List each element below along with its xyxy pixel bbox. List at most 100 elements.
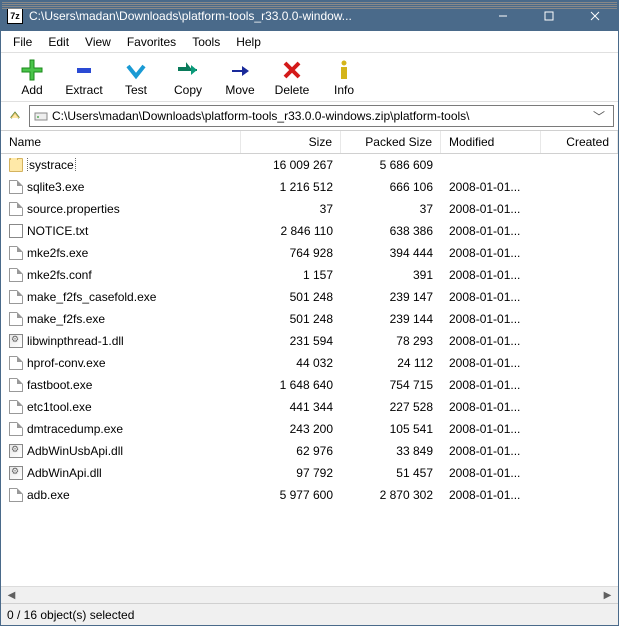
toolbar-add-button[interactable]: Add xyxy=(7,57,57,99)
file-packed-size: 666 106 xyxy=(341,180,441,194)
column-name[interactable]: Name xyxy=(1,131,241,153)
column-packed-size[interactable]: Packed Size xyxy=(341,131,441,153)
file-row[interactable]: adb.exe5 977 6002 870 3022008-01-01... xyxy=(1,484,618,506)
file-name: fastboot.exe xyxy=(27,378,92,392)
toolbar-label: Extract xyxy=(65,83,102,97)
file-modified: 2008-01-01... xyxy=(441,268,541,282)
file-row[interactable]: make_f2fs_casefold.exe501 248239 1472008… xyxy=(1,286,618,308)
toolbar-test-button[interactable]: Test xyxy=(111,57,161,99)
file-icon xyxy=(9,180,23,194)
close-button[interactable] xyxy=(572,1,618,31)
file-name: systrace xyxy=(27,158,76,172)
file-icon xyxy=(9,488,23,502)
file-row[interactable]: make_f2fs.exe 501 248239 1442008-01-01... xyxy=(1,308,618,330)
file-modified: 2008-01-01... xyxy=(441,466,541,480)
file-row[interactable]: mke2fs.conf1 1573912008-01-01... xyxy=(1,264,618,286)
path-text: C:\Users\madan\Downloads\platform-tools_… xyxy=(52,109,470,123)
file-icon xyxy=(9,268,23,282)
file-name: sqlite3.exe xyxy=(27,180,84,194)
file-modified: 2008-01-01... xyxy=(441,334,541,348)
file-name: make_f2fs.exe xyxy=(27,312,105,326)
file-modified: 2008-01-01... xyxy=(441,444,541,458)
file-icon xyxy=(9,422,23,436)
file-modified: 2008-01-01... xyxy=(441,202,541,216)
file-list[interactable]: systrace16 009 2675 686 609 sqlite3.exe 1 … xyxy=(1,154,618,586)
file-packed-size: 239 147 xyxy=(341,290,441,304)
file-modified: 2008-01-01... xyxy=(441,180,541,194)
file-row[interactable]: etc1tool.exe441 344227 5282008-01-01... xyxy=(1,396,618,418)
file-row[interactable]: AdbWinApi.dll97 79251 4572008-01-01... xyxy=(1,462,618,484)
test-icon xyxy=(125,59,147,81)
file-packed-size: 638 386 xyxy=(341,224,441,238)
status-text: 0 / 16 object(s) selected xyxy=(7,608,194,622)
move-icon xyxy=(229,59,251,81)
toolbar-move-button[interactable]: Move xyxy=(215,57,265,99)
file-packed-size: 5 686 609 xyxy=(341,158,441,172)
file-row[interactable]: mke2fs.exe764 928394 4442008-01-01... xyxy=(1,242,618,264)
toolbar-label: Add xyxy=(21,83,42,97)
title-bar: 7z C:\Users\madan\Downloads\platform-too… xyxy=(1,1,618,31)
file-row[interactable]: NOTICE.txt2 846 110638 3862008-01-01... xyxy=(1,220,618,242)
file-packed-size: 24 112 xyxy=(341,356,441,370)
file-name: mke2fs.exe xyxy=(27,246,88,260)
file-size: 44 032 xyxy=(241,356,341,370)
file-size: 1 157 xyxy=(241,268,341,282)
app-icon: 7z xyxy=(7,8,23,24)
dropdown-icon[interactable]: ﹀ xyxy=(589,108,609,125)
file-modified: 2008-01-01... xyxy=(441,246,541,260)
column-created[interactable]: Created xyxy=(541,131,618,153)
file-size: 764 928 xyxy=(241,246,341,260)
file-name: source.properties xyxy=(27,202,120,216)
scroll-right-icon[interactable]: ▶ xyxy=(599,588,616,603)
scroll-left-icon[interactable]: ◀ xyxy=(3,588,20,603)
file-size: 231 594 xyxy=(241,334,341,348)
file-row[interactable]: hprof-conv.exe44 03224 1122008-01-01... xyxy=(1,352,618,374)
path-input[interactable]: C:\Users\madan\Downloads\platform-tools_… xyxy=(29,105,614,127)
minimize-button[interactable] xyxy=(480,1,526,31)
menu-file[interactable]: File xyxy=(5,33,40,51)
file-size: 501 248 xyxy=(241,312,341,326)
file-row[interactable]: fastboot.exe1 648 640754 7152008-01-01..… xyxy=(1,374,618,396)
dll-icon xyxy=(9,334,23,348)
menu-view[interactable]: View xyxy=(77,33,119,51)
up-button[interactable] xyxy=(5,106,25,126)
toolbar-label: Delete xyxy=(275,83,310,97)
toolbar-delete-button[interactable]: Delete xyxy=(267,57,317,99)
file-name: libwinpthread-1.dll xyxy=(27,334,124,348)
file-modified: 2008-01-01... xyxy=(441,422,541,436)
file-size: 1 648 640 xyxy=(241,378,341,392)
folder-icon xyxy=(9,158,23,172)
dll-icon xyxy=(9,466,23,480)
file-size: 1 216 512 xyxy=(241,180,341,194)
file-name: hprof-conv.exe xyxy=(27,356,106,370)
maximize-button[interactable] xyxy=(526,1,572,31)
file-row[interactable]: systrace16 009 2675 686 609 xyxy=(1,154,618,176)
horizontal-scrollbar[interactable]: ◀ ▶ xyxy=(1,586,618,603)
file-row[interactable]: dmtracedump.exe243 200105 5412008-01-01.… xyxy=(1,418,618,440)
file-name: NOTICE.txt xyxy=(27,224,88,238)
menu-favorites[interactable]: Favorites xyxy=(119,33,184,51)
file-packed-size: 227 528 xyxy=(341,400,441,414)
extract-icon xyxy=(73,59,95,81)
toolbar-extract-button[interactable]: Extract xyxy=(59,57,109,99)
toolbar-info-button[interactable]: Info xyxy=(319,57,369,99)
file-row[interactable]: AdbWinUsbApi.dll62 97633 8492008-01-01..… xyxy=(1,440,618,462)
file-size: 62 976 xyxy=(241,444,341,458)
file-packed-size: 239 144 xyxy=(341,312,441,326)
file-icon xyxy=(9,246,23,260)
file-row[interactable]: libwinpthread-1.dll231 59478 2932008-01-… xyxy=(1,330,618,352)
file-size: 2 846 110 xyxy=(241,224,341,238)
file-row[interactable]: source.properties37372008-01-01... xyxy=(1,198,618,220)
menu-edit[interactable]: Edit xyxy=(40,33,77,51)
file-modified: 2008-01-01... xyxy=(441,378,541,392)
menu-help[interactable]: Help xyxy=(228,33,269,51)
menu-tools[interactable]: Tools xyxy=(184,33,228,51)
toolbar-label: Copy xyxy=(174,83,202,97)
file-name: AdbWinApi.dll xyxy=(27,466,102,480)
column-modified[interactable]: Modified xyxy=(441,131,541,153)
file-row[interactable]: sqlite3.exe 1 216 512666 1062008-01-01... xyxy=(1,176,618,198)
column-size[interactable]: Size xyxy=(241,131,341,153)
toolbar: Add Extract Test Copy Move Delete Info xyxy=(1,53,618,101)
toolbar-copy-button[interactable]: Copy xyxy=(163,57,213,99)
file-modified: 2008-01-01... xyxy=(441,312,541,326)
